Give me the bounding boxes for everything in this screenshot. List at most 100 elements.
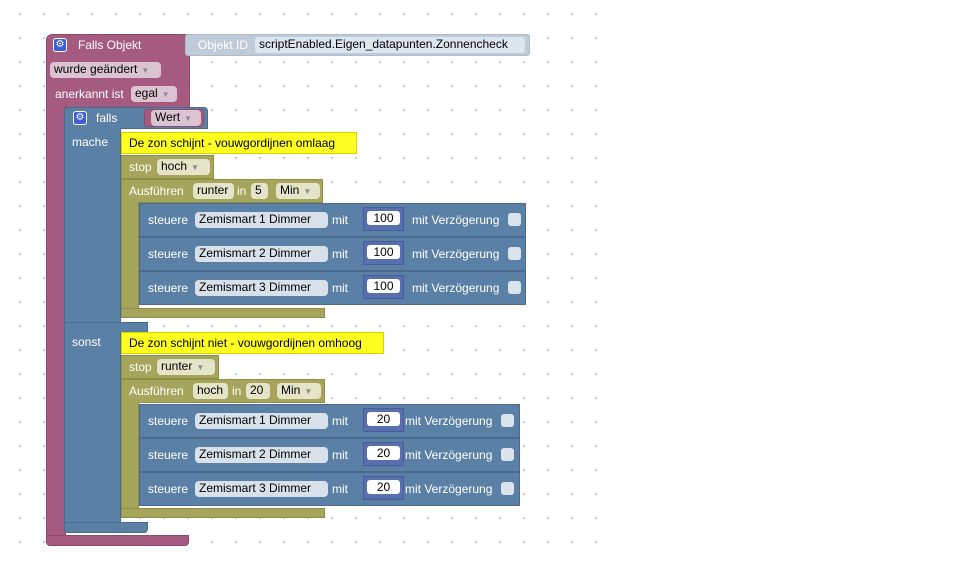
delay-checkbox[interactable] <box>508 247 521 260</box>
else-stop-dropdown[interactable]: runter ▼ <box>157 359 215 375</box>
control-label: steuere <box>148 213 189 227</box>
mit-label: mit <box>332 482 348 496</box>
value-number[interactable]: 100 <box>367 245 400 259</box>
if-gear-icon[interactable]: ⚙ <box>73 111 87 125</box>
then-delay-input[interactable]: 5 <box>251 183 268 199</box>
device-name: Zemismart 3 Dimmer <box>199 280 312 294</box>
else-unit-dropdown[interactable]: Min ▼ <box>277 383 321 399</box>
control-label: steuere <box>148 482 189 496</box>
ack-dropdown[interactable]: egal ▼ <box>131 86 177 102</box>
then-comment[interactable]: De zon schijnt - vouwgordijnen omlaag <box>121 132 357 154</box>
condition-dropdown[interactable]: Wert ▼ <box>151 110 201 126</box>
value-number[interactable]: 100 <box>367 211 400 225</box>
device-name: Zemismart 2 Dimmer <box>199 246 312 260</box>
mit-label: mit <box>332 281 348 295</box>
if-block-spine-then <box>64 128 121 322</box>
then-stop-value: hoch <box>161 159 188 173</box>
triangle-down-icon: ▼ <box>303 187 312 196</box>
value-number[interactable]: 100 <box>367 279 400 293</box>
then-exec-footer <box>121 308 325 318</box>
value-number-block[interactable]: 20 <box>363 476 404 500</box>
else-in-label: in <box>232 384 242 398</box>
device-selector[interactable]: Zemismart 2 Dimmer <box>195 447 328 463</box>
objekt-id-label: Objekt ID <box>198 38 249 52</box>
then-exec-dropdown[interactable]: runter <box>193 183 234 199</box>
device-name: Zemismart 3 Dimmer <box>199 481 312 495</box>
value-number[interactable]: 20 <box>367 446 400 460</box>
else-comment[interactable]: De zon schijnt niet - vouwgordijnen omho… <box>121 332 384 354</box>
else-unit-value: Min <box>281 383 301 397</box>
device-name: Zemismart 1 Dimmer <box>199 413 312 427</box>
value-number[interactable]: 20 <box>367 480 400 494</box>
delay-checkbox[interactable] <box>501 448 514 461</box>
else-exec-dropdown[interactable]: hoch <box>193 383 228 399</box>
then-in-label: in <box>237 184 247 198</box>
trigger-title: Falls Objekt <box>78 38 142 52</box>
mit-label: mit <box>332 448 348 462</box>
delay-label: mit Verzögerung <box>412 281 500 295</box>
blockly-workspace[interactable]: ⚙ Falls Objekt Objekt ID scriptEnabled.E… <box>0 0 600 563</box>
value-number[interactable]: 20 <box>367 412 400 426</box>
then-exec-label: Ausführen <box>129 184 184 198</box>
trigger-gear-icon[interactable]: ⚙ <box>53 38 67 52</box>
objekt-id-value[interactable]: scriptEnabled.Eigen_datapunten.Zonnenche… <box>255 37 525 53</box>
control-label: steuere <box>148 281 189 295</box>
value-number-block[interactable]: 100 <box>363 275 404 299</box>
triangle-down-icon: ▼ <box>161 90 170 99</box>
else-exec-footer <box>121 508 325 518</box>
device-selector[interactable]: Zemismart 2 Dimmer <box>195 246 328 262</box>
mit-label: mit <box>332 213 348 227</box>
delay-checkbox[interactable] <box>508 213 521 226</box>
triangle-down-icon: ▼ <box>196 363 205 372</box>
triangle-down-icon: ▼ <box>184 114 193 123</box>
then-stop-dropdown[interactable]: hoch ▼ <box>157 159 210 175</box>
trigger-block-footer <box>46 535 189 546</box>
then-stop-label: stop <box>129 160 152 174</box>
else-exec-label: Ausführen <box>129 384 184 398</box>
trigger-change-value: wurde geändert <box>54 62 138 76</box>
delay-label: mit Verzögerung <box>412 213 500 227</box>
delay-checkbox[interactable] <box>501 482 514 495</box>
device-selector[interactable]: Zemismart 3 Dimmer <box>195 280 328 296</box>
if-block-footer <box>64 522 148 533</box>
ack-label: anerkannt ist <box>55 87 124 101</box>
trigger-change-dropdown[interactable]: wurde geändert ▼ <box>50 62 161 78</box>
then-delay-value: 5 <box>255 183 262 197</box>
device-name: Zemismart 2 Dimmer <box>199 447 312 461</box>
delay-label: mit Verzögerung <box>405 414 493 428</box>
then-exec-value: runter <box>197 183 229 197</box>
else-delay-input[interactable]: 20 <box>246 383 270 399</box>
if-label: falls <box>96 111 118 125</box>
else-exec-value: hoch <box>197 383 224 397</box>
value-number-block[interactable]: 20 <box>363 442 404 466</box>
then-unit-value: Min <box>280 183 300 197</box>
else-delay-value: 20 <box>250 383 264 397</box>
control-label: steuere <box>148 247 189 261</box>
triangle-down-icon: ▼ <box>191 163 199 172</box>
else-stop-value: runter <box>161 359 193 373</box>
device-name: Zemismart 1 Dimmer <box>199 212 312 226</box>
else-label: sonst <box>72 335 101 349</box>
delay-label: mit Verzögerung <box>405 482 493 496</box>
value-number-block[interactable]: 20 <box>363 408 404 432</box>
value-number-block[interactable]: 100 <box>363 207 404 231</box>
device-selector[interactable]: Zemismart 1 Dimmer <box>195 413 328 429</box>
ack-value: egal <box>135 86 158 100</box>
trigger-block-spine <box>46 104 66 538</box>
device-selector[interactable]: Zemismart 1 Dimmer <box>195 212 328 228</box>
device-selector[interactable]: Zemismart 3 Dimmer <box>195 481 328 497</box>
triangle-down-icon: ▼ <box>304 387 313 396</box>
mit-label: mit <box>332 414 348 428</box>
delay-label: mit Verzögerung <box>412 247 500 261</box>
value-number-block[interactable]: 100 <box>363 241 404 265</box>
mit-label: mit <box>332 247 348 261</box>
then-exec-spine <box>121 202 139 310</box>
delay-checkbox[interactable] <box>508 281 521 294</box>
then-unit-dropdown[interactable]: Min ▼ <box>276 183 320 199</box>
control-label: steuere <box>148 448 189 462</box>
delay-label: mit Verzögerung <box>405 448 493 462</box>
if-block-spine-else <box>64 332 121 524</box>
delay-checkbox[interactable] <box>501 414 514 427</box>
else-stop-label: stop <box>129 360 152 374</box>
then-label: mache <box>72 135 109 149</box>
